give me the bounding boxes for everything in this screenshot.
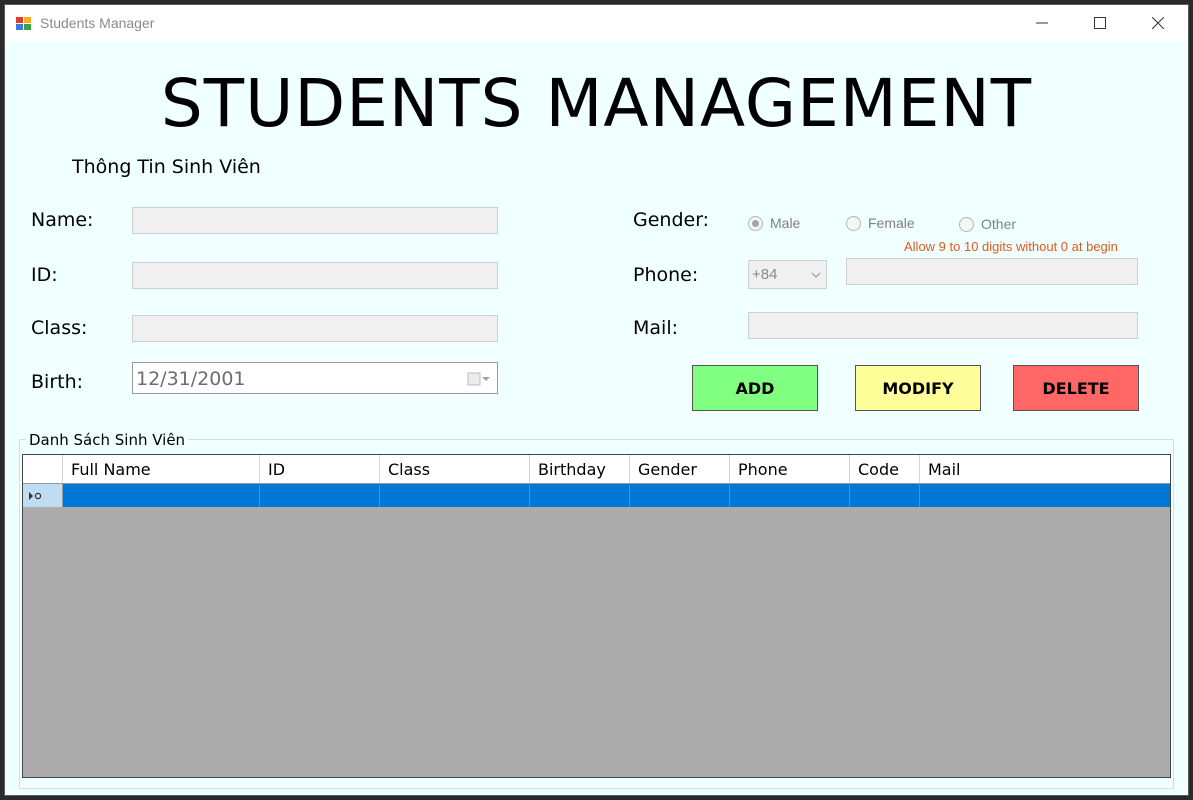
- table-row[interactable]: [23, 484, 1170, 507]
- id-label: ID:: [31, 264, 58, 286]
- grid-corner-cell[interactable]: [23, 455, 63, 483]
- gender-other-label: Other: [981, 216, 1017, 232]
- class-input[interactable]: [132, 315, 498, 342]
- id-input[interactable]: [132, 262, 498, 289]
- column-header-code[interactable]: Code: [850, 455, 920, 483]
- table-cell[interactable]: [260, 484, 380, 507]
- row-header[interactable]: [23, 484, 63, 507]
- new-row-indicator-icon: [29, 492, 42, 500]
- gender-other-radio[interactable]: Other: [959, 216, 1016, 232]
- table-cell[interactable]: [630, 484, 730, 507]
- phone-hint: Allow 9 to 10 digits without 0 at begin: [904, 239, 1118, 254]
- phone-label: Phone:: [633, 264, 699, 286]
- student-list-title: Danh Sách Sinh Viên: [26, 431, 189, 449]
- section-title: Thông Tin Sinh Viên: [72, 156, 261, 178]
- column-header-full-name[interactable]: Full Name: [63, 455, 260, 483]
- table-cell[interactable]: [850, 484, 920, 507]
- radio-checked-icon: [748, 215, 763, 231]
- table-cell[interactable]: [380, 484, 530, 507]
- column-header-id[interactable]: ID: [260, 455, 380, 483]
- name-label: Name:: [31, 209, 94, 231]
- gender-male-label: Male: [770, 215, 801, 231]
- add-button[interactable]: ADD: [692, 365, 818, 411]
- phone-prefix-select[interactable]: +84: [748, 260, 827, 289]
- gender-female-radio[interactable]: Female: [846, 215, 915, 231]
- title-bar: Students Manager: [5, 5, 1188, 41]
- birth-label: Birth:: [31, 371, 84, 393]
- column-header-birthday[interactable]: Birthday: [530, 455, 630, 483]
- main-window: Students Manager STUDENTS MANAGEMENT Thô…: [4, 4, 1189, 796]
- column-header-class[interactable]: Class: [380, 455, 530, 483]
- name-input[interactable]: [132, 207, 498, 234]
- birth-date-picker[interactable]: 12/31/2001: [132, 362, 498, 394]
- page-title: STUDENTS MANAGEMENT: [160, 65, 1033, 142]
- calendar-dropdown-icon[interactable]: [467, 371, 491, 387]
- phone-input[interactable]: [846, 258, 1138, 285]
- student-data-grid[interactable]: Full Name ID Class Birthday Gender Phone…: [22, 454, 1171, 778]
- gender-female-label: Female: [868, 215, 915, 231]
- phone-prefix-value: +84: [752, 266, 778, 283]
- app-icon: [15, 14, 32, 31]
- table-cell[interactable]: [920, 484, 1170, 507]
- column-header-gender[interactable]: Gender: [630, 455, 730, 483]
- mail-label: Mail:: [633, 317, 678, 339]
- grid-header: Full Name ID Class Birthday Gender Phone…: [23, 455, 1170, 484]
- delete-button[interactable]: DELETE: [1013, 365, 1139, 411]
- modify-button[interactable]: MODIFY: [855, 365, 981, 411]
- close-icon: [1152, 17, 1164, 29]
- gender-label: Gender:: [633, 209, 710, 231]
- column-header-phone[interactable]: Phone: [730, 455, 850, 483]
- minimize-button[interactable]: [1013, 5, 1071, 41]
- minimize-icon: [1036, 22, 1048, 24]
- chevron-down-icon: [811, 272, 821, 278]
- table-cell[interactable]: [730, 484, 850, 507]
- radio-unchecked-icon: [959, 216, 974, 232]
- gender-male-radio[interactable]: Male: [748, 215, 800, 231]
- mail-input[interactable]: [748, 312, 1138, 339]
- window-title: Students Manager: [40, 15, 155, 31]
- table-cell[interactable]: [530, 484, 630, 507]
- table-cell[interactable]: [63, 484, 260, 507]
- maximize-icon: [1094, 17, 1106, 29]
- close-button[interactable]: [1129, 5, 1187, 41]
- class-label: Class:: [31, 317, 88, 339]
- radio-unchecked-icon: [846, 215, 861, 231]
- column-header-mail[interactable]: Mail: [920, 455, 1170, 483]
- birth-date-value: 12/31/2001: [136, 368, 246, 390]
- maximize-button[interactable]: [1071, 5, 1129, 41]
